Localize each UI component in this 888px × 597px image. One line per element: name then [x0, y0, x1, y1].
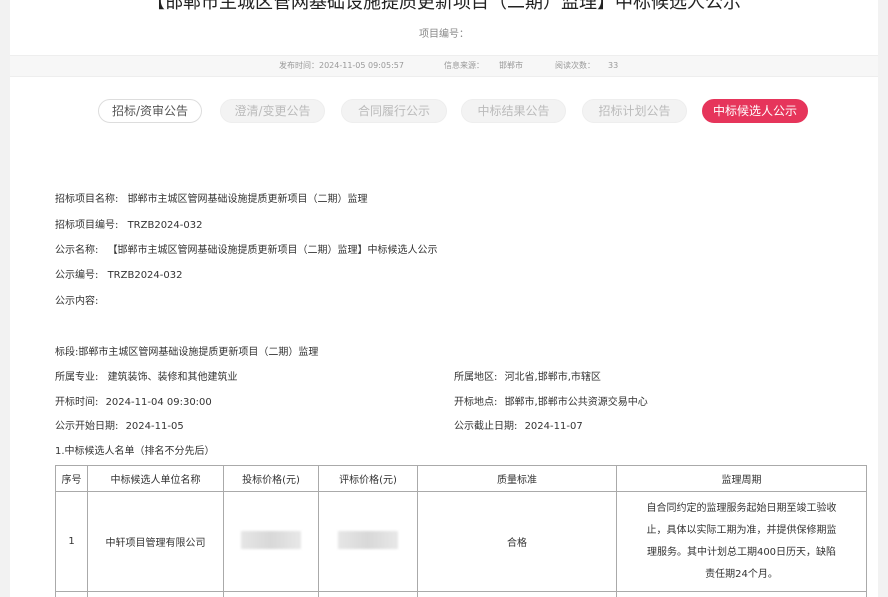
row-quality: 合格: [417, 491, 617, 592]
notice-content-label: 公示内容:: [55, 296, 99, 307]
project-code-value: TRZB2024-032: [127, 220, 203, 231]
end-date-row: 公示截止日期: 2024-11-07: [454, 420, 583, 434]
meta-bar: 发布时间：2024-11-05 09:05:57 信息来源： 邯郸市 阅读次数：…: [10, 55, 878, 77]
period-line: 自合同约定的监理服务起始日期至竣工验收: [646, 502, 837, 514]
period-line: 止，具体以实际工期为准，并提供保修期监: [646, 524, 837, 536]
open-place-label: 开标地点:: [454, 397, 498, 408]
open-place-value: 邯郸市,邯郸市公共资源交易中心: [504, 397, 648, 408]
project-name-label: 招标项目名称:: [55, 194, 119, 205]
notice-panel: 【邯郸市主城区管网基础设施提质更新项目（二期）监理】中标候选人公示 项目编号： …: [10, 0, 878, 597]
table-row: [55, 591, 867, 597]
tab-tender-plan[interactable]: 招标计划公告: [582, 99, 687, 123]
source-value: 邯郸市: [499, 61, 523, 70]
row-company-name: 中轩项目管理有限公司: [87, 491, 224, 592]
period-line: 责任期24个月。: [705, 568, 778, 580]
tab-contract-performance[interactable]: 合同履行公示: [341, 99, 447, 123]
tab-clarification-notice[interactable]: 澄清/变更公告: [220, 99, 325, 123]
notice-code-row: 公示编号: TRZB2024-032: [55, 269, 182, 283]
header-quality: 质量标准: [417, 465, 617, 492]
specialty-row: 所属专业: 建筑装饰、装修和其他建筑业: [55, 371, 238, 385]
start-date-row: 公示开始日期: 2024-11-05: [55, 420, 184, 434]
notice-tabs: 招标/资审公告 澄清/变更公告 合同履行公示 中标结果公告 招标计划公告 中标候…: [10, 99, 878, 125]
header-period: 监理周期: [616, 465, 867, 492]
project-code-label: 招标项目编号:: [55, 220, 119, 231]
region-row: 所属地区: 河北省,邯郸市,市辖区: [454, 371, 601, 385]
start-date-value: 2024-11-05: [125, 421, 184, 432]
open-time-value: 2024-11-04 09:30:00: [105, 397, 212, 408]
row-period: 自合同约定的监理服务起始日期至竣工验收 止，具体以实际工期为准，并提供保修期监 …: [616, 491, 867, 592]
header-eval-price: 评标价格(元): [318, 465, 418, 492]
publish-time: 发布时间：2024-11-05 09:05:57: [279, 61, 404, 70]
header-bid-price: 投标价格(元): [223, 465, 319, 492]
tab-award-result[interactable]: 中标结果公告: [461, 99, 566, 123]
page-title: 【邯郸市主城区管网基础设施提质更新项目（二期）监理】中标候选人公示: [147, 0, 741, 13]
redacted-value: [338, 531, 398, 549]
notice-code-value: TRZB2024-032: [107, 270, 183, 281]
row-no: 1: [55, 491, 88, 592]
project-code-row: 招标项目编号: TRZB2024-032: [55, 219, 202, 233]
open-place-row: 开标地点: 邯郸市,邯郸市公共资源交易中心: [454, 396, 648, 410]
notice-code-label: 公示编号:: [55, 270, 99, 281]
source-label: 信息来源：: [444, 61, 484, 70]
row-bid-price: [223, 491, 319, 592]
notice-name-row: 公示名称: 【邯郸市主城区管网基础设施提质更新项目（二期）监理】中标候选人公示: [55, 244, 438, 258]
header-no: 序号: [55, 465, 88, 492]
notice-name-value: 【邯郸市主城区管网基础设施提质更新项目（二期）监理】中标候选人公示: [107, 245, 438, 256]
period-line: 理服务。其中计划总工期400日历天，缺陷: [646, 546, 837, 558]
views-value: 33: [608, 61, 619, 70]
project-name-value: 邯郸市主城区管网基础设施提质更新项目（二期）监理: [127, 194, 368, 205]
region-label: 所属地区:: [454, 372, 498, 383]
header-name: 中标候选人单位名称: [87, 465, 224, 492]
redacted-value: [241, 531, 301, 549]
open-time-row: 开标时间: 2024-11-04 09:30:00: [55, 396, 212, 410]
candidate-list-heading: 1.中标候选人名单（排名不分先后）: [55, 446, 215, 457]
end-date-label: 公示截止日期:: [454, 421, 518, 432]
tab-winning-candidate[interactable]: 中标候选人公示: [702, 99, 808, 123]
candidate-table: 序号 中标候选人单位名称 投标价格(元) 评标价格(元) 质量标准 监理周期 1…: [55, 465, 867, 597]
specialty-label: 所属专业:: [55, 372, 99, 383]
notice-name-label: 公示名称:: [55, 245, 99, 256]
tab-tender-notice[interactable]: 招标/资审公告: [98, 99, 202, 123]
region-value: 河北省,邯郸市,市辖区: [504, 372, 601, 383]
start-date-label: 公示开始日期:: [55, 421, 119, 432]
specialty-value: 建筑装饰、装修和其他建筑业: [107, 372, 238, 383]
open-time-label: 开标时间:: [55, 397, 99, 408]
project-number-label: 项目编号：: [419, 29, 469, 40]
project-name-row: 招标项目名称: 邯郸市主城区管网基础设施提质更新项目（二期）监理: [55, 193, 368, 207]
table-header-row: 序号 中标候选人单位名称 投标价格(元) 评标价格(元) 质量标准 监理周期: [55, 465, 867, 492]
views-label: 阅读次数：: [555, 61, 595, 70]
table-row: 1 中轩项目管理有限公司 合格 自合同约定的监理服务起始日期至竣工验收 止，具体…: [55, 491, 867, 592]
lot-title: 标段:邯郸市主城区管网基础设施提质更新项目（二期）监理: [55, 347, 319, 358]
end-date-value: 2024-11-07: [524, 421, 583, 432]
row-eval-price: [318, 491, 418, 592]
